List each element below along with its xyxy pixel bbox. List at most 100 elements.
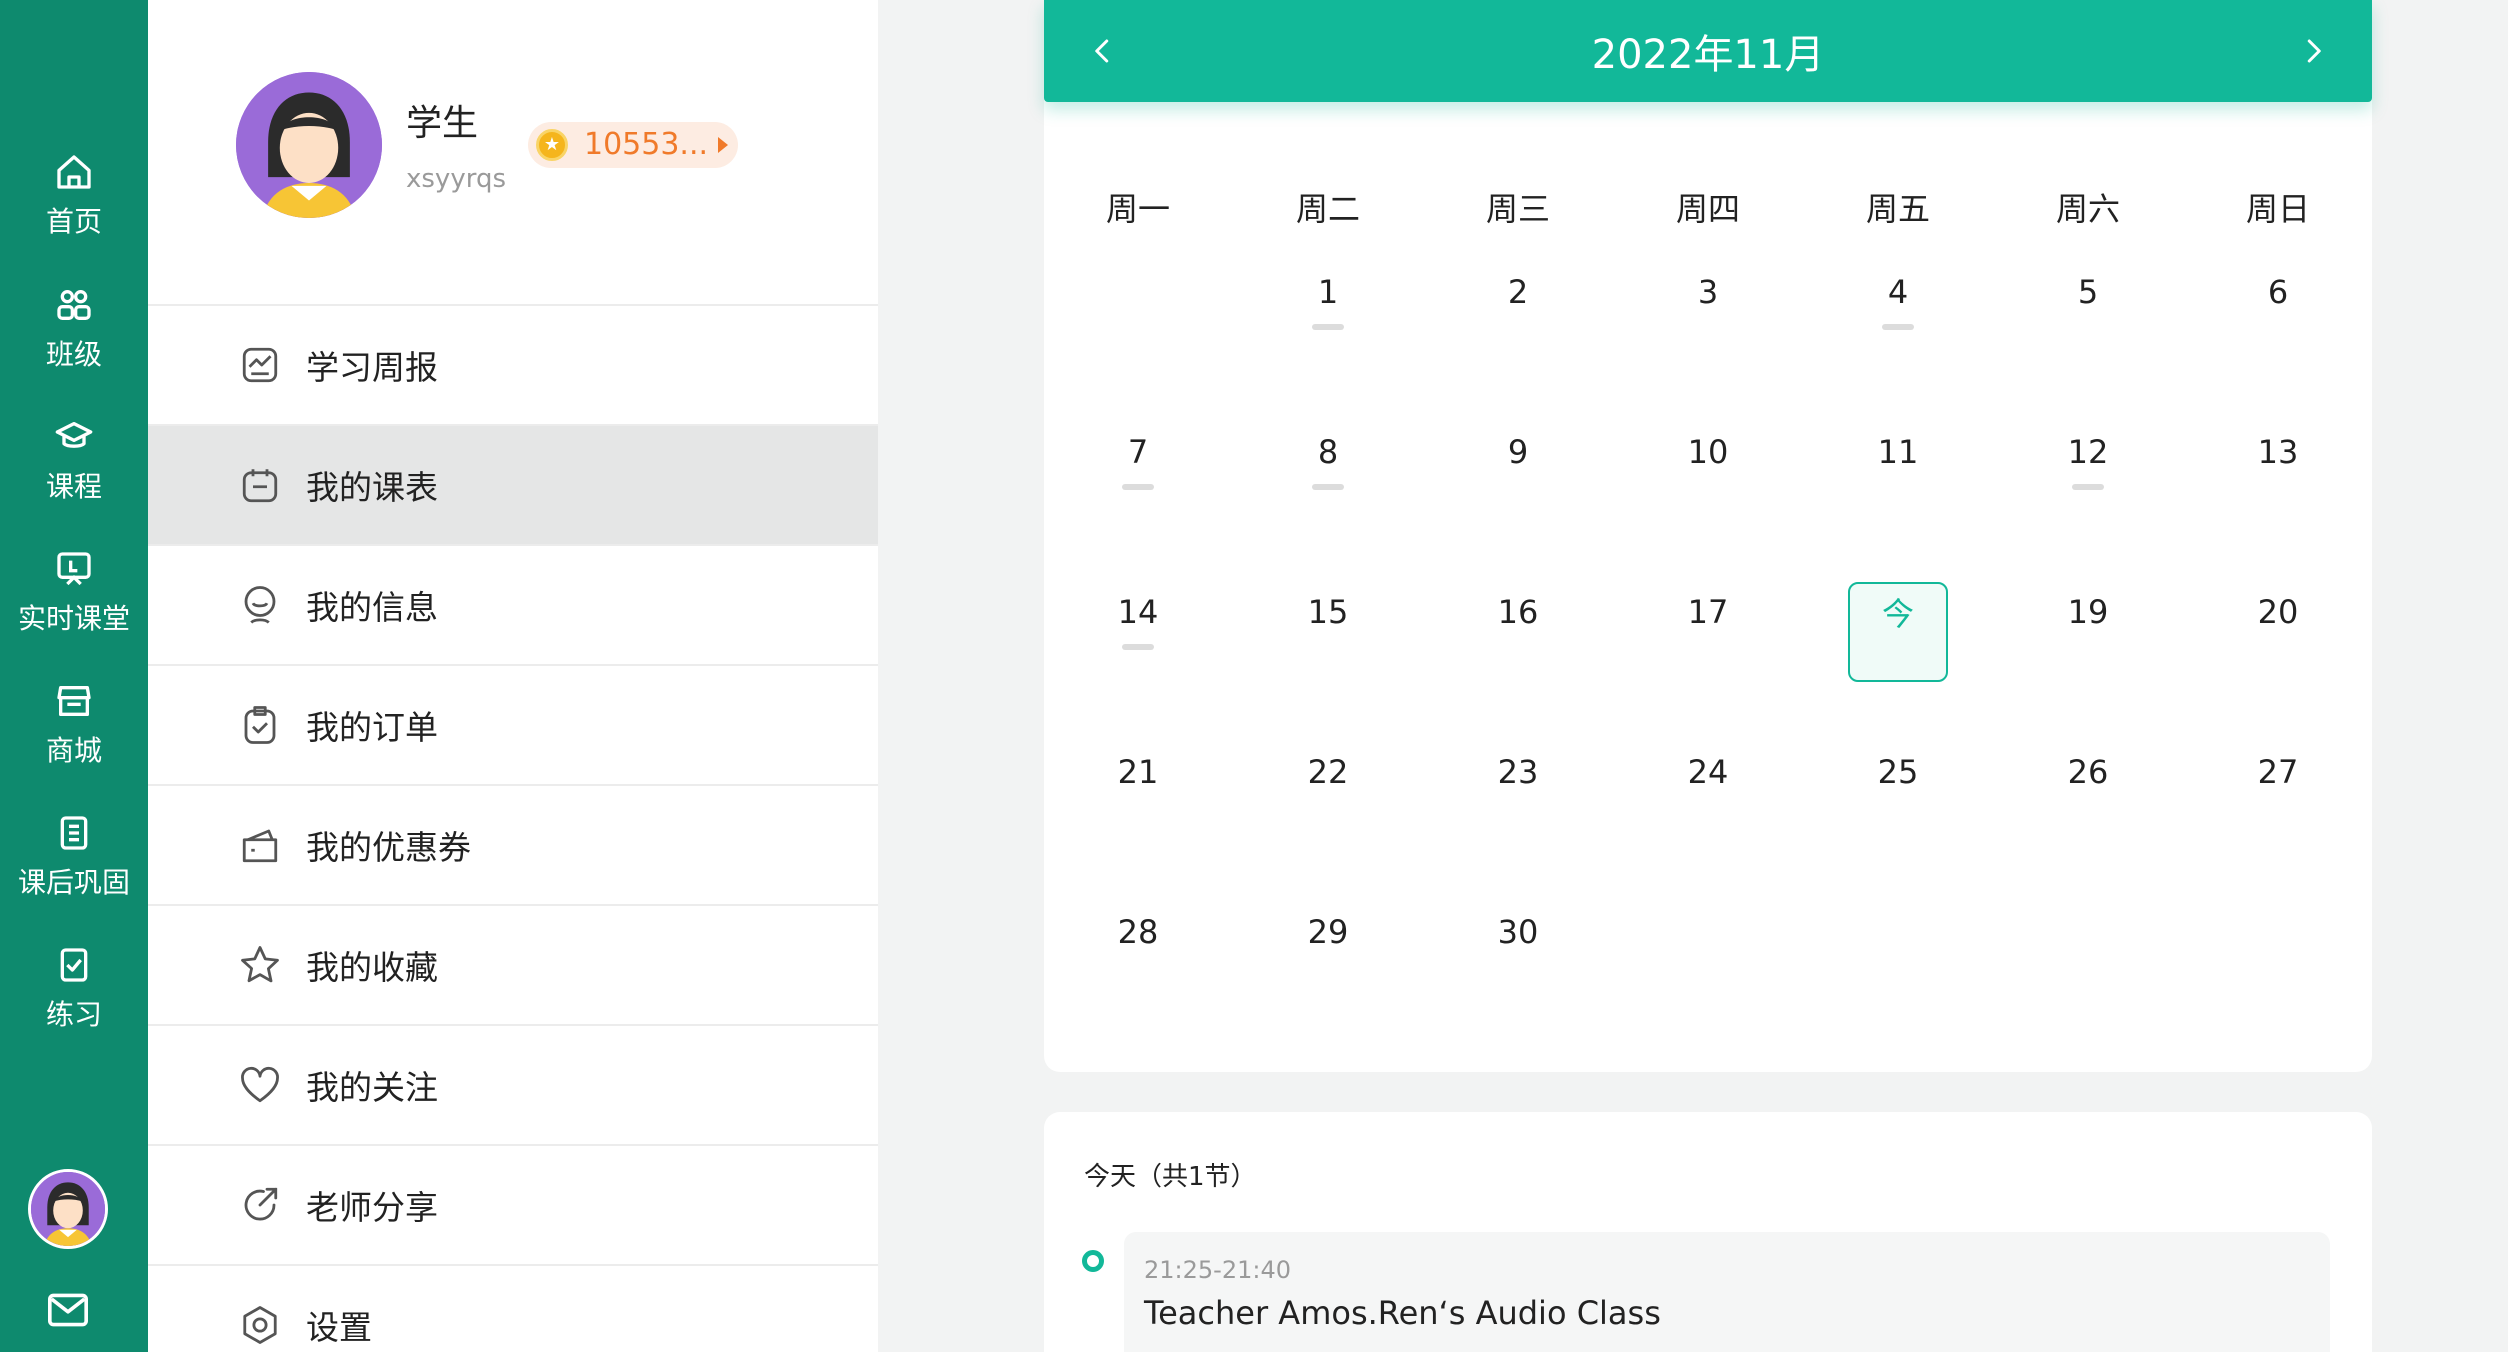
lesson-indicator [1312, 324, 1344, 330]
menu-item-settings[interactable]: 设置 [148, 1264, 878, 1352]
calendar-day-number: 17 [1687, 593, 1729, 631]
calendar-day-number: 21 [1117, 753, 1159, 791]
rail-item-home[interactable]: 首页 [0, 150, 148, 270]
profile-menu: 学习周报 我的课表 我的信息 我的订单 我的优惠券 我的收藏 我的关注 老师分享… [148, 304, 878, 1352]
rail-item-review[interactable]: 课后巩固 [0, 811, 148, 931]
mail-icon[interactable] [46, 1290, 90, 1330]
coupon-icon [238, 823, 282, 867]
lesson-item[interactable]: 21:25-21:40 Teacher Amos.Ren‘s Audio Cla… [1124, 1232, 2330, 1352]
menu-item-schedule[interactable]: 我的课表 [148, 424, 878, 544]
calendar-day[interactable]: 12 [2038, 422, 2138, 522]
menu-item-teacher-share[interactable]: 老师分享 [148, 1144, 878, 1264]
calendar-day-number: 24 [1687, 753, 1729, 791]
calendar-day[interactable]: 29 [1278, 902, 1378, 1002]
practice-icon [52, 943, 96, 987]
home-icon [52, 150, 96, 194]
calendar-day[interactable]: 21 [1088, 742, 1188, 842]
calendar-day[interactable]: 4 [1848, 262, 1948, 362]
calendar-day[interactable]: 5 [2038, 262, 2138, 362]
course-icon [52, 415, 96, 459]
calendar-day[interactable]: 16 [1468, 582, 1568, 682]
calendar-day-today[interactable]: 今 [1848, 582, 1948, 682]
calendar-day[interactable]: 14 [1088, 582, 1188, 682]
calendar-day[interactable]: 13 [2228, 422, 2328, 522]
calendar-day-number: 12 [2067, 433, 2109, 471]
calendar-day-number: 11 [1877, 433, 1919, 471]
previous-month-button[interactable] [1078, 26, 1128, 76]
calendar-day[interactable]: 24 [1658, 742, 1758, 842]
calendar-day[interactable]: 20 [2228, 582, 2328, 682]
rail-item-label: 课程 [45, 470, 102, 503]
weekday-label: 周二 [1295, 190, 1360, 228]
arrow-right-icon [718, 137, 729, 153]
calendar-day[interactable]: 11 [1848, 422, 1948, 522]
calendar-day-number: 7 [1127, 433, 1149, 471]
calendar-day[interactable]: 10 [1658, 422, 1758, 522]
calendar-day[interactable]: 7 [1088, 422, 1188, 522]
calendar-day[interactable]: 30 [1468, 902, 1568, 1002]
coin-balance-badge[interactable]: ★ 10553... [528, 122, 739, 168]
weekday-row: 周一 周二 周三 周四 周五 周六 周日 [1044, 184, 2372, 228]
calendar-day[interactable]: 1 [1278, 262, 1378, 362]
calendar-day-number: 10 [1687, 433, 1729, 471]
calendar-day[interactable]: 25 [1848, 742, 1948, 842]
coin-balance: 10553... [584, 127, 709, 162]
weekday-label: 周三 [1485, 190, 1550, 228]
calendar-day[interactable]: 17 [1658, 582, 1758, 682]
profile-panel: 学生 xsyyrqs ★ 10553... 学习周报 我的课表 我的信息 我的订… [148, 0, 878, 1352]
avatar[interactable] [28, 1169, 108, 1249]
calendar-day-number: 14 [1117, 593, 1159, 631]
menu-item-weekly-report[interactable]: 学习周报 [148, 304, 878, 424]
calendar-day[interactable]: 9 [1468, 422, 1568, 522]
lesson-indicator [1882, 646, 1914, 652]
calendar-day-number: 5 [2077, 273, 2099, 311]
rail-item-label: 课后巩固 [17, 866, 130, 899]
calendar-day-number: 27 [2257, 753, 2299, 791]
menu-item-my-follows[interactable]: 我的关注 [148, 1024, 878, 1144]
menu-item-label: 我的优惠券 [306, 828, 471, 867]
rail-item-live-classroom[interactable]: 实时课堂 [0, 547, 148, 667]
calendar-day[interactable]: 3 [1658, 262, 1758, 362]
star-icon [238, 943, 282, 987]
calendar-day-number: 30 [1497, 913, 1539, 951]
calendar-day[interactable]: 28 [1088, 902, 1188, 1002]
rail-item-label: 实时课堂 [17, 602, 130, 635]
lesson-indicator [1882, 324, 1914, 330]
weekday-label: 周五 [1865, 190, 1930, 228]
menu-item-label: 我的订单 [306, 708, 438, 747]
menu-item-my-favorites[interactable]: 我的收藏 [148, 904, 878, 1024]
calendar-day[interactable]: 22 [1278, 742, 1378, 842]
menu-item-label: 我的课表 [306, 468, 438, 507]
heart-icon [238, 1063, 282, 1107]
rail-item-store[interactable]: 商城 [0, 679, 148, 799]
calendar-day[interactable]: 23 [1468, 742, 1568, 842]
rail-item-class[interactable]: 班级 [0, 283, 148, 403]
calendar-day[interactable]: 8 [1278, 422, 1378, 522]
calendar-day-number: 22 [1307, 753, 1349, 791]
weekday-label: 周四 [1675, 190, 1740, 228]
coin-icon: ★ [536, 129, 568, 161]
calendar-day[interactable]: 19 [2038, 582, 2138, 682]
user-icon [238, 583, 282, 627]
calendar-day-number: 2 [1507, 273, 1529, 311]
menu-item-my-orders[interactable]: 我的订单 [148, 664, 878, 784]
calendar-day[interactable]: 6 [2228, 262, 2328, 362]
next-month-button[interactable] [2288, 26, 2338, 76]
weekday-label: 周日 [2245, 190, 2310, 228]
weekday-label: 周一 [1105, 190, 1170, 228]
rail-item-practice[interactable]: 练习 [0, 943, 148, 1063]
calendar-day[interactable]: 15 [1278, 582, 1378, 682]
menu-item-my-info[interactable]: 我的信息 [148, 544, 878, 664]
calendar-day-number: 23 [1497, 753, 1539, 791]
chart-icon [238, 343, 282, 387]
menu-item-label: 我的信息 [306, 588, 438, 627]
calendar-day[interactable]: 26 [2038, 742, 2138, 842]
calendar-day[interactable]: 2 [1468, 262, 1568, 362]
rail-item-course[interactable]: 课程 [0, 415, 148, 535]
menu-item-label: 我的收藏 [306, 948, 438, 987]
profile-avatar[interactable] [236, 72, 382, 218]
calendar-day-number: 28 [1117, 913, 1159, 951]
menu-item-my-coupons[interactable]: 我的优惠券 [148, 784, 878, 904]
calendar-day[interactable]: 27 [2228, 742, 2328, 842]
calendar-day-number: 25 [1877, 753, 1919, 791]
